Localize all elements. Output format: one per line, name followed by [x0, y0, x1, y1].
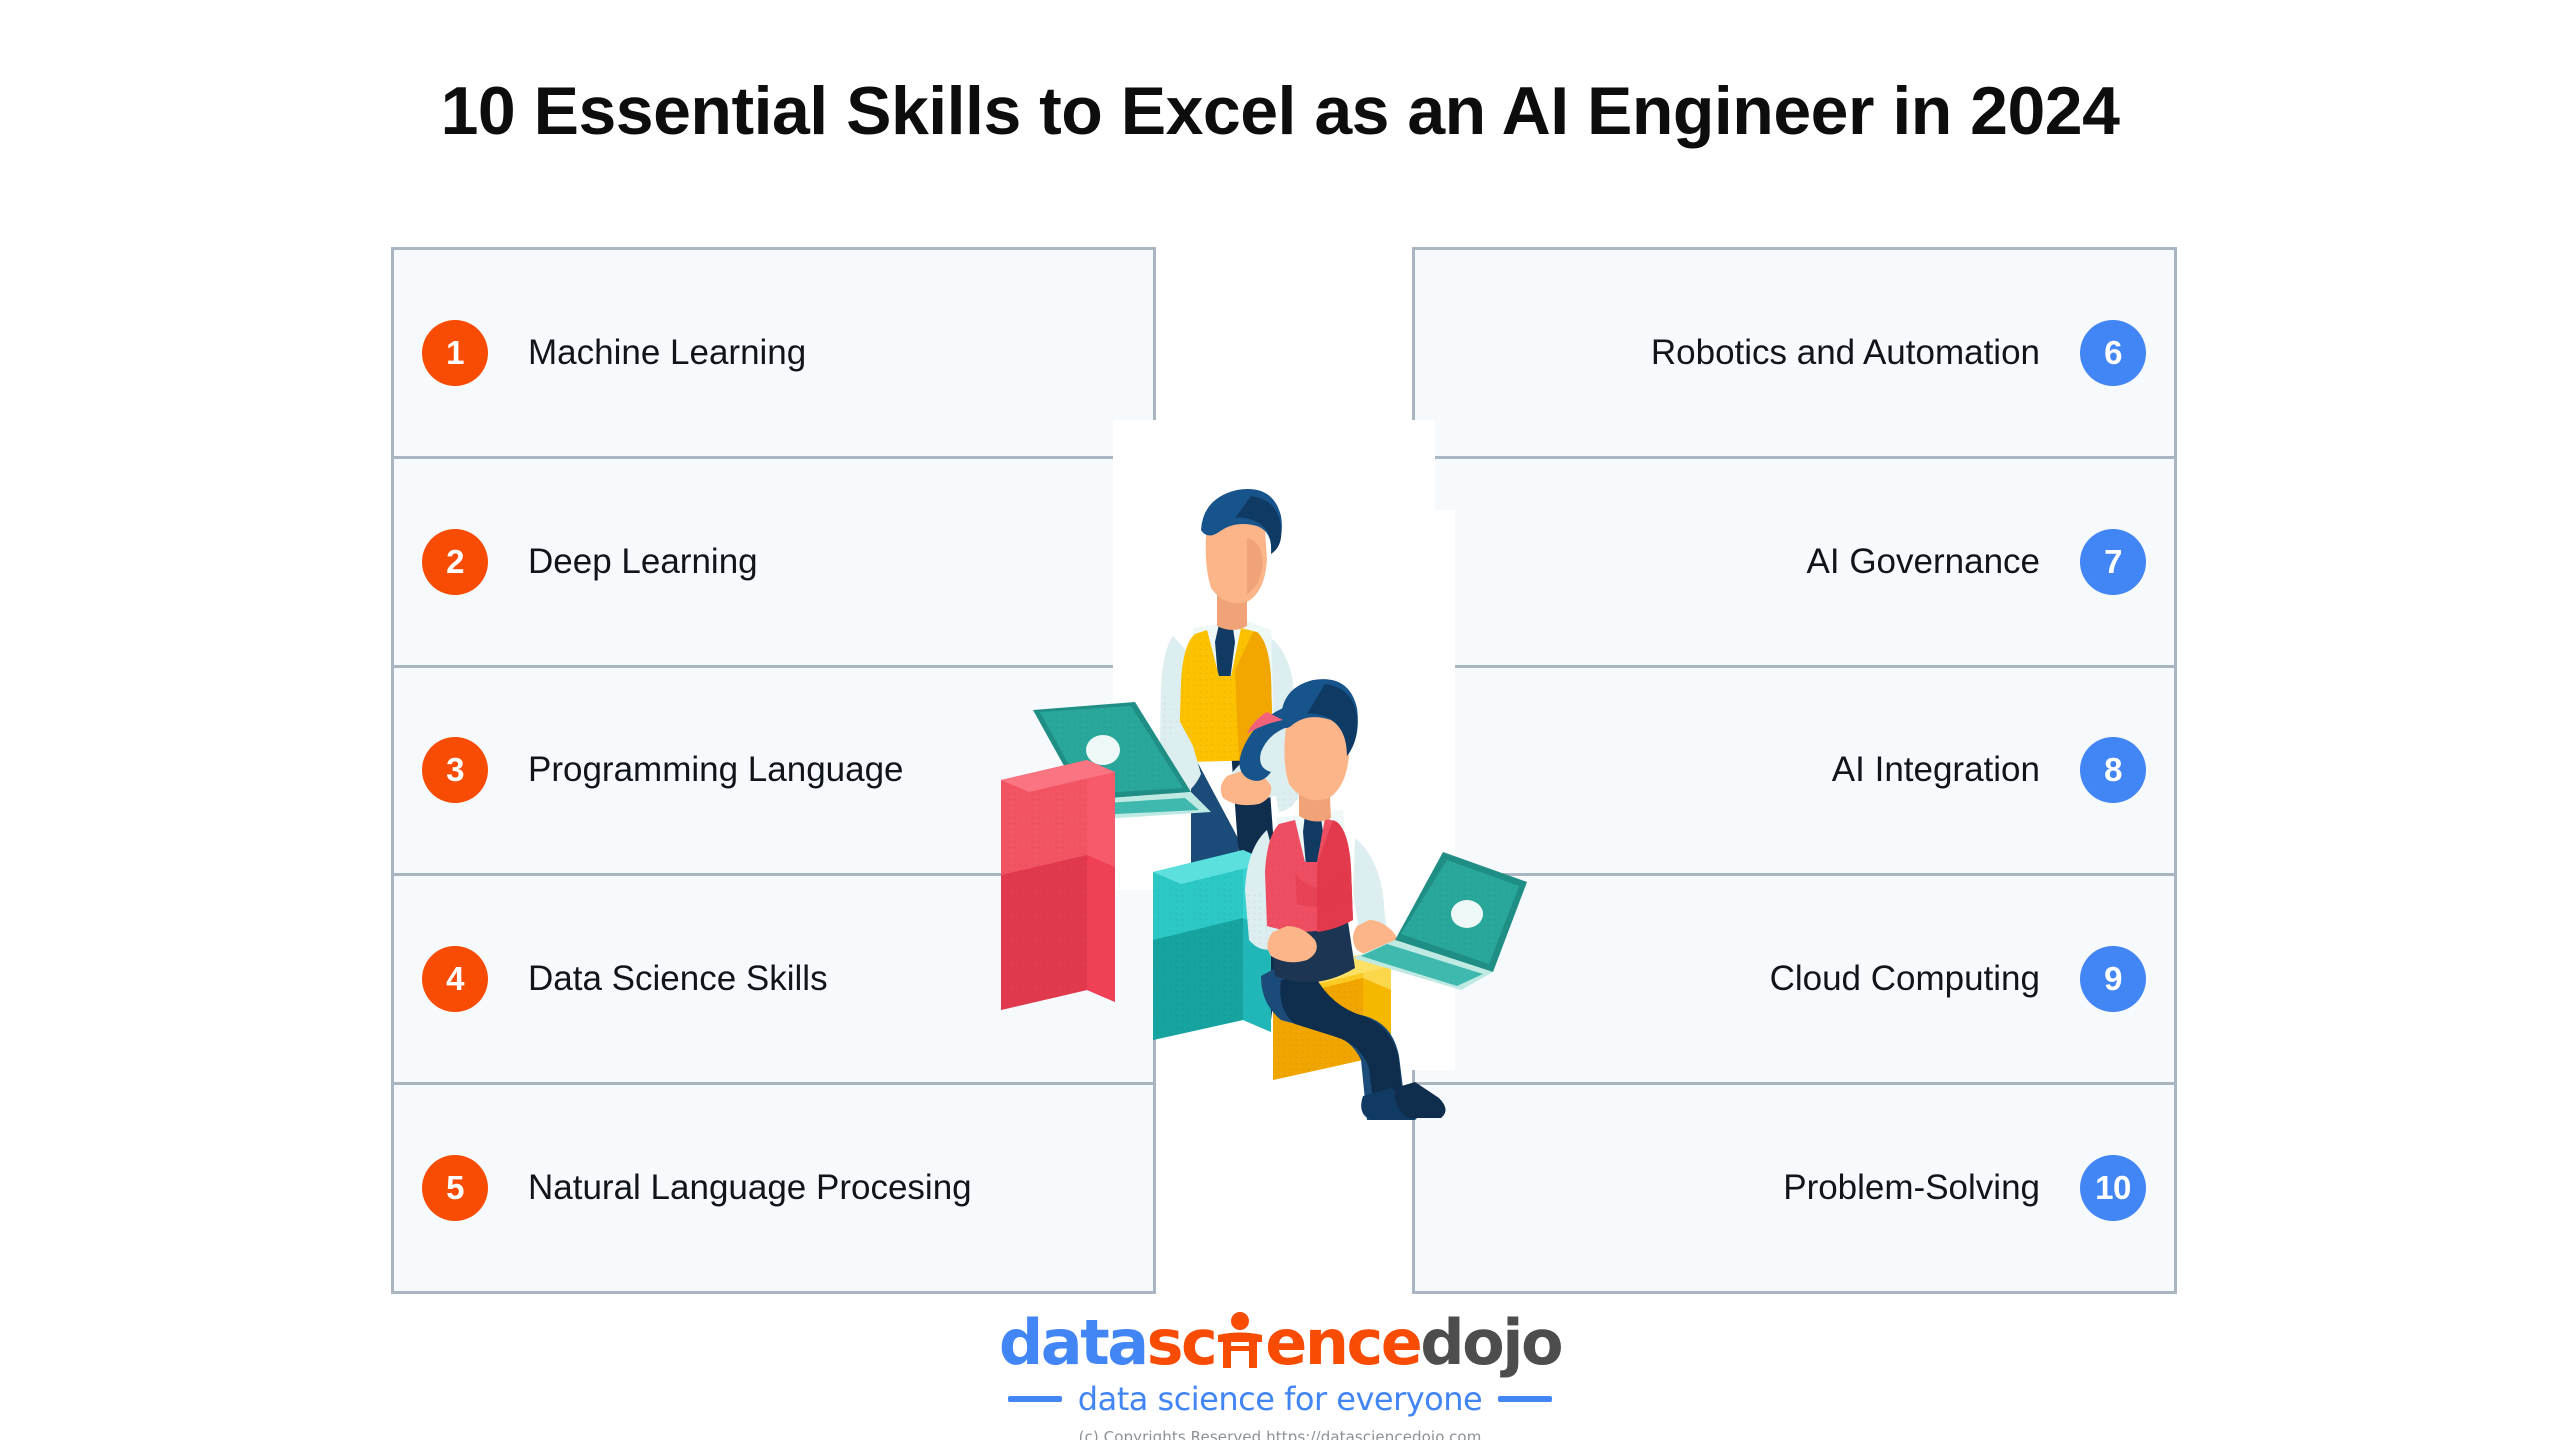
skill-number-badge: 2 [422, 528, 488, 595]
skill-number-badge: 7 [2080, 528, 2146, 595]
tagline-dash-right [1498, 1396, 1553, 1402]
skill-number-badge: 5 [422, 1155, 488, 1222]
tagline-dash-left [1007, 1396, 1062, 1402]
skill-label: Cloud Computing [1769, 959, 2040, 999]
skill-number-badge: 10 [2080, 1155, 2146, 1222]
skill-label: Data Science Skills [528, 959, 828, 999]
logo-part-sc: sc [1146, 1306, 1218, 1379]
copyright-text: (c) Copyrights Reserved https://datascie… [1078, 1428, 1482, 1440]
page-title: 10 Essential Skills to Excel as an AI En… [440, 73, 2120, 149]
skill-number-badge: 1 [422, 319, 488, 386]
skill-label: Robotics and Automation [1650, 332, 2040, 372]
skill-label: AI Integration [1831, 750, 2040, 790]
skill-label: Machine Learning [528, 332, 807, 372]
logo-part-ence: ence [1265, 1306, 1423, 1379]
skill-number-badge: 4 [422, 946, 488, 1013]
bar-red [1001, 760, 1115, 1010]
brand-logo[interactable]: data sc ence dojo data science for everyone… [0, 1312, 2560, 1440]
skill-label: Problem-Solving [1783, 1168, 2040, 1208]
skill-number-badge: 6 [2080, 319, 2146, 386]
torii-gate-icon [1216, 1312, 1264, 1374]
tagline-text: data science for everyone [1077, 1380, 1483, 1418]
skill-label: Natural Language Procesing [528, 1168, 972, 1208]
logo-wordmark: data sc ence dojo [998, 1306, 1564, 1379]
skill-number-badge: 3 [422, 737, 488, 804]
people-working-illustration [995, 420, 1565, 1120]
logo-part-dojo: dojo [1420, 1306, 1563, 1379]
logo-tagline: data science for everyone [1007, 1380, 1553, 1418]
skill-label: Deep Learning [528, 541, 758, 581]
skill-label: Programming Language [528, 750, 904, 790]
logo-part-data: data [998, 1306, 1149, 1379]
infographic-page: 10 Essential Skills to Excel as an AI En… [0, 0, 2560, 1440]
skill-label: AI Governance [1806, 541, 2040, 581]
skill-number-badge: 8 [2080, 737, 2146, 804]
skill-number-badge: 9 [2080, 946, 2146, 1013]
